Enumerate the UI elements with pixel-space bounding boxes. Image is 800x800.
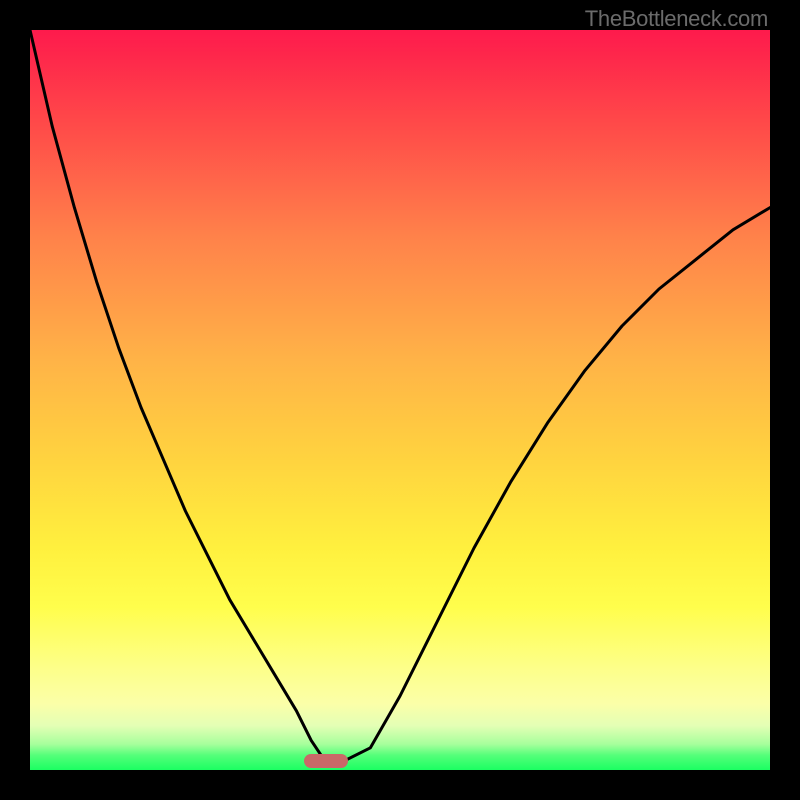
- optimal-marker: [304, 754, 348, 768]
- background-gradient: [30, 30, 770, 770]
- plot-area: [30, 30, 770, 770]
- watermark-text: TheBottleneck.com: [585, 6, 768, 32]
